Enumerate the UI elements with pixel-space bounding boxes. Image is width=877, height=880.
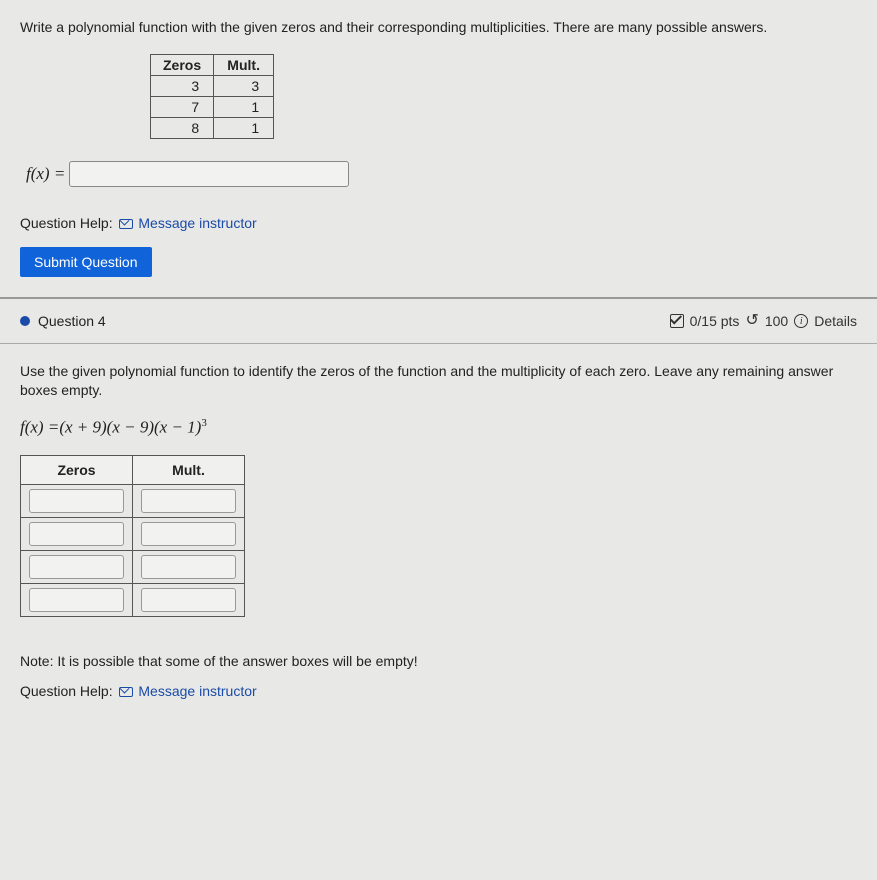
mult-input-4[interactable] — [141, 588, 236, 612]
zero-input-3[interactable] — [29, 555, 124, 579]
mult-input-3[interactable] — [141, 555, 236, 579]
q4-formula: f(x) =(x + 9)(x − 9)(x − 1)3 — [20, 417, 857, 438]
q3-prompt: Write a polynomial function with the giv… — [20, 18, 857, 38]
status-dot-icon — [20, 316, 30, 326]
formula-prefix: f(x) = — [20, 417, 59, 436]
col-mult: Mult. — [133, 456, 245, 485]
q4-header-right: 0/15 pts ↺ 100 i Details — [670, 313, 857, 329]
table-row — [21, 518, 245, 551]
cell-zero: 8 — [151, 117, 214, 138]
question-3-body: Write a polynomial function with the giv… — [0, 0, 877, 297]
q4-help-row: Question Help: Message instructor — [20, 683, 857, 699]
info-icon: i — [794, 314, 808, 328]
q3-answer-input[interactable] — [69, 161, 349, 187]
q4-note: Note: It is possible that some of the an… — [20, 653, 857, 669]
help-label: Question Help: — [20, 215, 113, 231]
table-row: 7 1 — [151, 96, 274, 117]
table-row — [21, 584, 245, 617]
q3-answer-row: f(x) = — [26, 161, 857, 187]
points-label: 0/15 pts — [690, 313, 740, 329]
col-mult: Mult. — [214, 54, 274, 75]
fx-label: f(x) = — [26, 164, 65, 184]
cell-mult: 1 — [214, 117, 274, 138]
help-label: Question Help: — [20, 683, 113, 699]
cell-zero: 3 — [151, 75, 214, 96]
table-header-row: Zeros Mult. — [21, 456, 245, 485]
cell-mult: 1 — [214, 96, 274, 117]
check-icon — [670, 314, 684, 328]
table-row — [21, 551, 245, 584]
question-4-body: Use the given polynomial function to ide… — [0, 344, 877, 736]
q3-data-table: Zeros Mult. 3 3 7 1 8 1 — [150, 54, 274, 139]
table-row — [21, 485, 245, 518]
formula-exponent: 3 — [201, 417, 207, 429]
question-title: Question 4 — [38, 313, 106, 329]
zero-input-1[interactable] — [29, 489, 124, 513]
details-link[interactable]: Details — [814, 313, 857, 329]
col-zeros: Zeros — [21, 456, 133, 485]
message-instructor-link[interactable]: Message instructor — [138, 683, 256, 699]
mail-icon — [119, 219, 133, 229]
mult-input-1[interactable] — [141, 489, 236, 513]
q4-header-left: Question 4 — [20, 313, 106, 329]
question-4-header: Question 4 0/15 pts ↺ 100 i Details — [0, 297, 877, 344]
submit-question-button[interactable]: Submit Question — [20, 247, 152, 277]
col-zeros: Zeros — [151, 54, 214, 75]
mult-input-2[interactable] — [141, 522, 236, 546]
retry-count: 100 — [765, 313, 788, 329]
cell-zero: 7 — [151, 96, 214, 117]
q4-prompt: Use the given polynomial function to ide… — [20, 362, 857, 401]
retry-icon: ↺ — [745, 313, 758, 329]
table-row: 8 1 — [151, 117, 274, 138]
zero-input-2[interactable] — [29, 522, 124, 546]
q4-input-table: Zeros Mult. — [20, 455, 245, 617]
q3-help-row: Question Help: Message instructor — [20, 215, 857, 231]
formula-body: (x + 9)(x − 9)(x − 1) — [59, 417, 201, 436]
table-row: 3 3 — [151, 75, 274, 96]
cell-mult: 3 — [214, 75, 274, 96]
q3-data-table-wrap: Zeros Mult. 3 3 7 1 8 1 — [150, 54, 857, 139]
table-header-row: Zeros Mult. — [151, 54, 274, 75]
zero-input-4[interactable] — [29, 588, 124, 612]
message-instructor-link[interactable]: Message instructor — [138, 215, 256, 231]
mail-icon — [119, 687, 133, 697]
